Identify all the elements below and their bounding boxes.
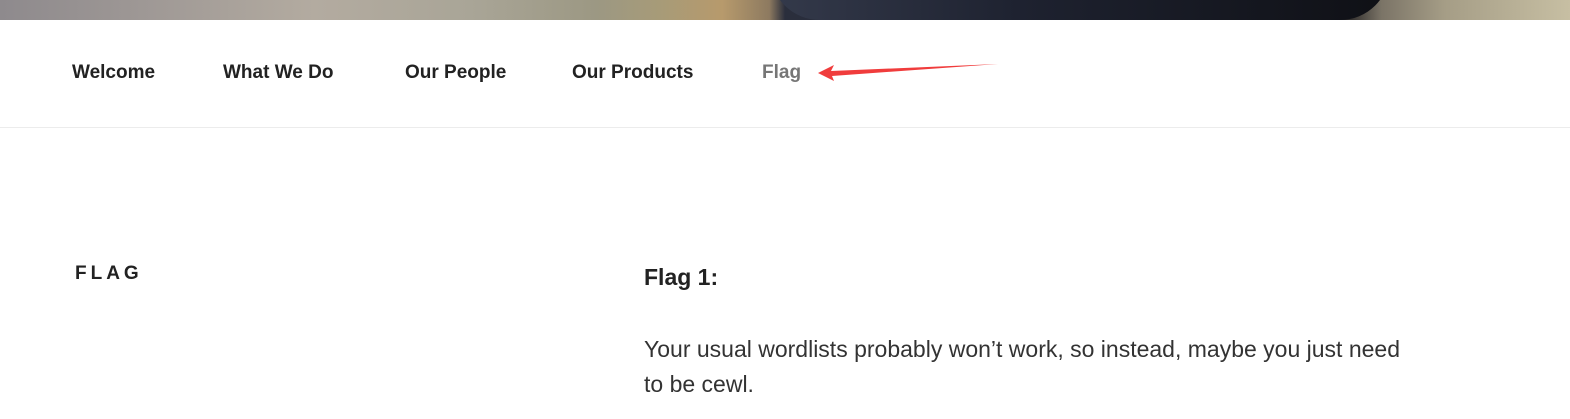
nav-item-welcome[interactable]: Welcome — [72, 62, 155, 84]
nav-item-our-people[interactable]: Our People — [405, 62, 506, 84]
header-image-strip — [0, 0, 1570, 20]
nav-item-our-products[interactable]: Our Products — [572, 62, 693, 84]
header-image-shape — [770, 0, 1390, 20]
page-title: FLAG — [75, 263, 143, 284]
nav-item-what-we-do[interactable]: What We Do — [223, 62, 333, 84]
red-arrow-annotation-icon — [818, 64, 998, 81]
nav-item-flag[interactable]: Flag — [762, 62, 801, 84]
main-navigation: Welcome What We Do Our People Our Produc… — [0, 20, 1570, 128]
entry-paragraph: Your usual wordlists probably won’t work… — [644, 336, 1401, 397]
entry-heading: Flag 1: — [644, 264, 719, 290]
